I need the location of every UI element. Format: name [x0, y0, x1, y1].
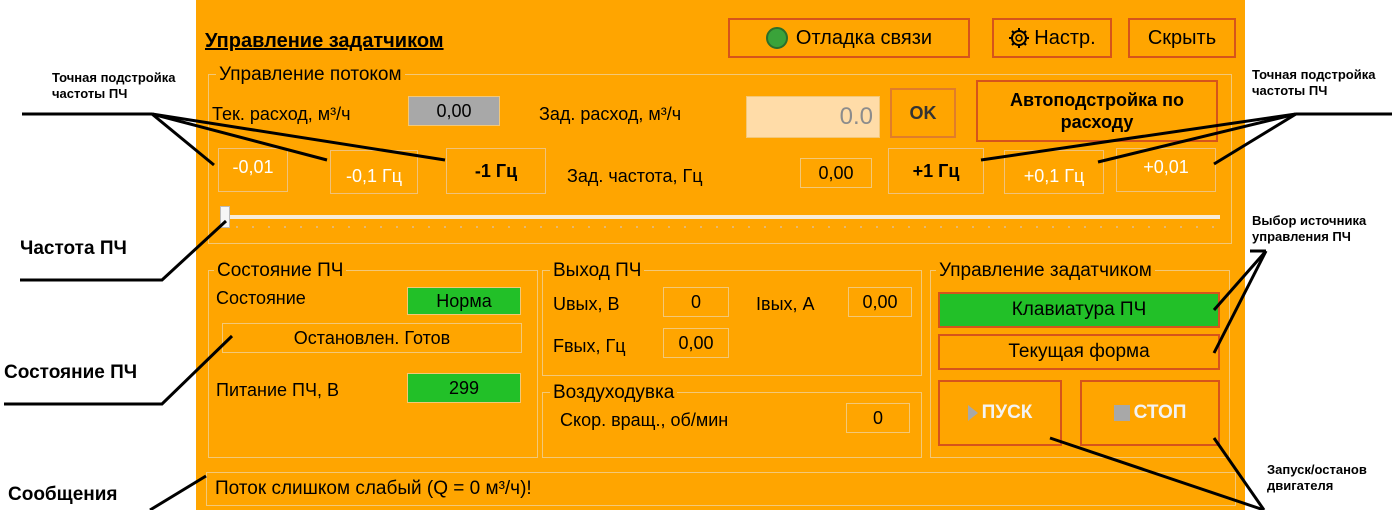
debug-button-label: Отладка связи: [795, 26, 933, 49]
vfd-output-group-title: Выход ПЧ: [550, 261, 645, 281]
set-freq-readout: 0,00: [800, 158, 872, 188]
minus-0-1-hz-button[interactable]: -0,1 Гц: [330, 150, 418, 194]
current-flow-readout: 0,00: [408, 96, 500, 126]
annotation-fine-tune-left-line1: Точная подстройка: [52, 70, 176, 85]
current-form-label: Текущая форма: [1008, 341, 1150, 362]
annotation-start-stop-line1: Запуск/останов: [1267, 462, 1367, 477]
debug-connection-button[interactable]: Отладка связи: [728, 18, 970, 58]
annotation-messages: Сообщения: [8, 484, 118, 505]
i-out-label: Iвых, А: [756, 294, 815, 314]
speed-label: Скор. вращ., об/мин: [560, 410, 729, 430]
stop-button-label: СТОП: [1133, 402, 1187, 423]
auto-tune-button-label: Автоподстройка по расходу: [1010, 90, 1184, 132]
annotation-start-stop: Запуск/останов двигателя: [1267, 462, 1367, 494]
ok-button-label: OK: [909, 102, 937, 123]
control-panel: Управление задатчиком Отладка связи Наст…: [196, 0, 1245, 510]
frequency-slider[interactable]: [220, 204, 1220, 232]
minus-0-01-label: -0,01: [232, 157, 274, 177]
annotation-source-line2: управления ПЧ: [1252, 229, 1351, 244]
minus-1-hz-button[interactable]: -1 Гц: [446, 148, 546, 194]
annotation-fine-tune-left: Точная подстройка частоты ПЧ: [52, 70, 175, 102]
hide-button-label: Скрыть: [1147, 26, 1217, 49]
i-out-readout: 0,00: [848, 287, 912, 317]
current-form-button[interactable]: Текущая форма: [938, 334, 1220, 370]
hide-button[interactable]: Скрыть: [1128, 18, 1236, 58]
keyboard-vfd-label: Клавиатура ПЧ: [1011, 299, 1147, 320]
f-out-label: Fвых, Гц: [553, 336, 626, 356]
start-button-label: ПУСК: [981, 402, 1033, 423]
minus-0-01-button[interactable]: -0,01: [218, 148, 288, 192]
speed-readout: 0: [846, 403, 910, 433]
current-flow-label: Тек. расход, м³/ч: [212, 104, 351, 124]
power-label: Питание ПЧ, В: [216, 380, 339, 400]
vfd-status-text: Остановлен. Готов: [222, 323, 522, 353]
gear-icon: [1009, 28, 1030, 48]
plus-0-01-button[interactable]: +0,01: [1116, 148, 1216, 192]
bug-icon: [765, 27, 788, 49]
annotation-state: Состояние ПЧ: [4, 362, 138, 383]
annotation-start-stop-line2: двигателя: [1267, 478, 1334, 493]
minus-1-hz-label: -1 Гц: [474, 160, 518, 181]
slider-ticks: [220, 226, 1220, 228]
state-indicator: Норма: [407, 287, 521, 315]
auto-tune-button[interactable]: Автоподстройка по расходу: [976, 80, 1218, 142]
annotation-source-line1: Выбор источника: [1252, 213, 1367, 228]
play-icon: [967, 405, 978, 421]
slider-thumb[interactable]: [220, 206, 230, 228]
state-label: Состояние: [216, 288, 306, 308]
u-out-label: Uвых, В: [553, 294, 620, 314]
annotation-fine-tune-left-line2: частоты ПЧ: [52, 86, 128, 101]
annotation-fine-tune-right-line1: Точная подстройка: [1252, 67, 1376, 82]
annotation-source: Выбор источника управления ПЧ: [1252, 213, 1366, 245]
f-out-readout: 0,00: [663, 328, 729, 358]
keyboard-vfd-button[interactable]: Клавиатура ПЧ: [938, 292, 1220, 328]
start-button[interactable]: ПУСК: [938, 380, 1062, 446]
settings-button[interactable]: Настр.: [992, 18, 1112, 58]
plus-1-hz-button[interactable]: +1 Гц: [888, 148, 984, 194]
plus-0-1-hz-button[interactable]: +0,1 Гц: [1004, 150, 1104, 194]
plus-0-01-label: +0,01: [1143, 157, 1189, 177]
panel-title: Управление задатчиком: [205, 30, 444, 52]
set-flow-input[interactable]: 0.0: [746, 96, 880, 138]
control-source-group-title: Управление задатчиком: [936, 261, 1155, 281]
settings-button-label: Настр.: [1034, 26, 1096, 49]
annotation-fine-tune-right-line2: частоты ПЧ: [1252, 83, 1328, 98]
ok-button[interactable]: OK: [890, 88, 956, 138]
blower-group-title: Воздуходувка: [550, 383, 678, 403]
plus-0-1-hz-label: +0,1 Гц: [1023, 166, 1085, 186]
set-freq-label: Зад. частота, Гц: [567, 166, 703, 186]
vfd-state-group-title: Состояние ПЧ: [214, 261, 347, 281]
power-indicator: 299: [407, 373, 521, 403]
messages-bar: Поток слишком слабый (Q = 0 м³/ч)!: [206, 472, 1236, 506]
plus-1-hz-label: +1 Гц: [912, 160, 960, 181]
minus-0-1-hz-label: -0,1 Гц: [345, 166, 403, 186]
stop-button[interactable]: СТОП: [1080, 380, 1220, 446]
stop-icon: [1113, 405, 1130, 421]
annotation-fine-tune-right: Точная подстройка частоты ПЧ: [1252, 67, 1375, 99]
annotation-freq: Частота ПЧ: [20, 238, 127, 259]
set-flow-label: Зад. расход, м³/ч: [539, 104, 682, 124]
u-out-readout: 0: [663, 287, 729, 317]
slider-track: [220, 215, 1220, 219]
message-text: Поток слишком слабый (Q = 0 м³/ч)!: [215, 478, 532, 499]
flow-control-group-title: Управление потоком: [216, 65, 405, 85]
vfd-output-group: [542, 270, 922, 376]
